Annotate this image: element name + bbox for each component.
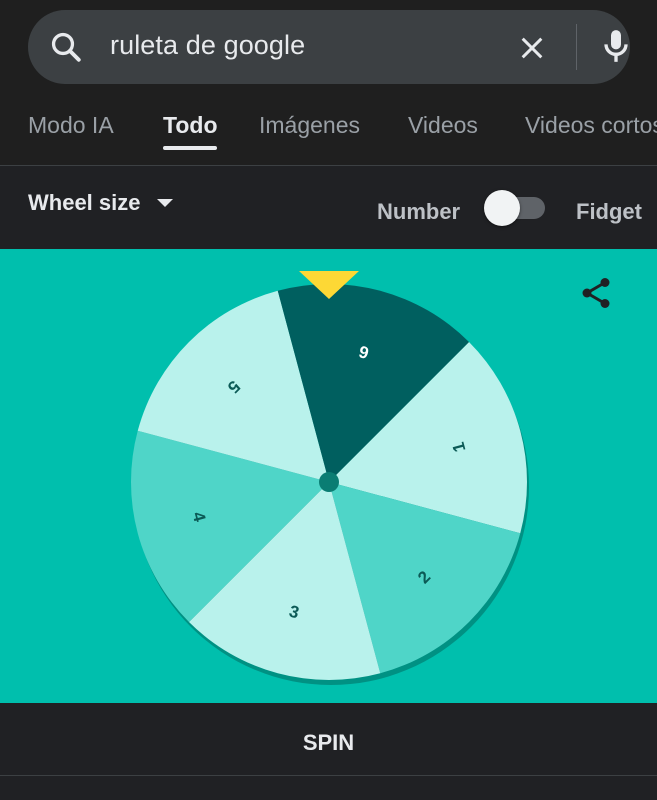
spin-bar: SPIN xyxy=(0,703,657,775)
search-divider xyxy=(576,24,577,70)
search-icon[interactable] xyxy=(48,29,84,65)
wheel-hub xyxy=(319,472,339,492)
search-tabs: Modo IA Todo Imágenes Videos Videos cort… xyxy=(0,100,657,164)
mic-icon[interactable] xyxy=(596,26,636,66)
search-query[interactable]: ruleta de google xyxy=(110,30,305,61)
tab-videos[interactable]: Videos xyxy=(408,112,478,139)
number-mode-label: Number xyxy=(377,199,461,224)
close-icon[interactable] xyxy=(516,32,548,64)
caret-down-icon[interactable] xyxy=(157,199,173,207)
wheel-size-dropdown[interactable]: Wheel size xyxy=(28,190,140,216)
tab-imagenes[interactable]: Imágenes xyxy=(259,112,360,139)
spin-button[interactable]: SPIN xyxy=(0,703,657,775)
search-bar[interactable]: ruleta de google xyxy=(28,10,630,84)
tab-videos-cortos[interactable]: Videos cortos xyxy=(525,112,657,139)
tab-todo[interactable]: Todo xyxy=(163,112,218,139)
spinner-wheel[interactable]: 123456 xyxy=(0,249,657,703)
share-icon[interactable] xyxy=(578,275,614,311)
tab-modo-ia[interactable]: Modo IA xyxy=(28,112,114,139)
bottom-strip xyxy=(0,776,657,800)
wheel-controls: Wheel size Number Fidget xyxy=(0,166,657,249)
active-tab-indicator xyxy=(163,146,217,150)
mode-toggle-knob[interactable] xyxy=(484,190,520,226)
fidget-mode-label: Fidget xyxy=(576,199,642,224)
spinner-wheel-panel: 123456 xyxy=(0,249,657,703)
